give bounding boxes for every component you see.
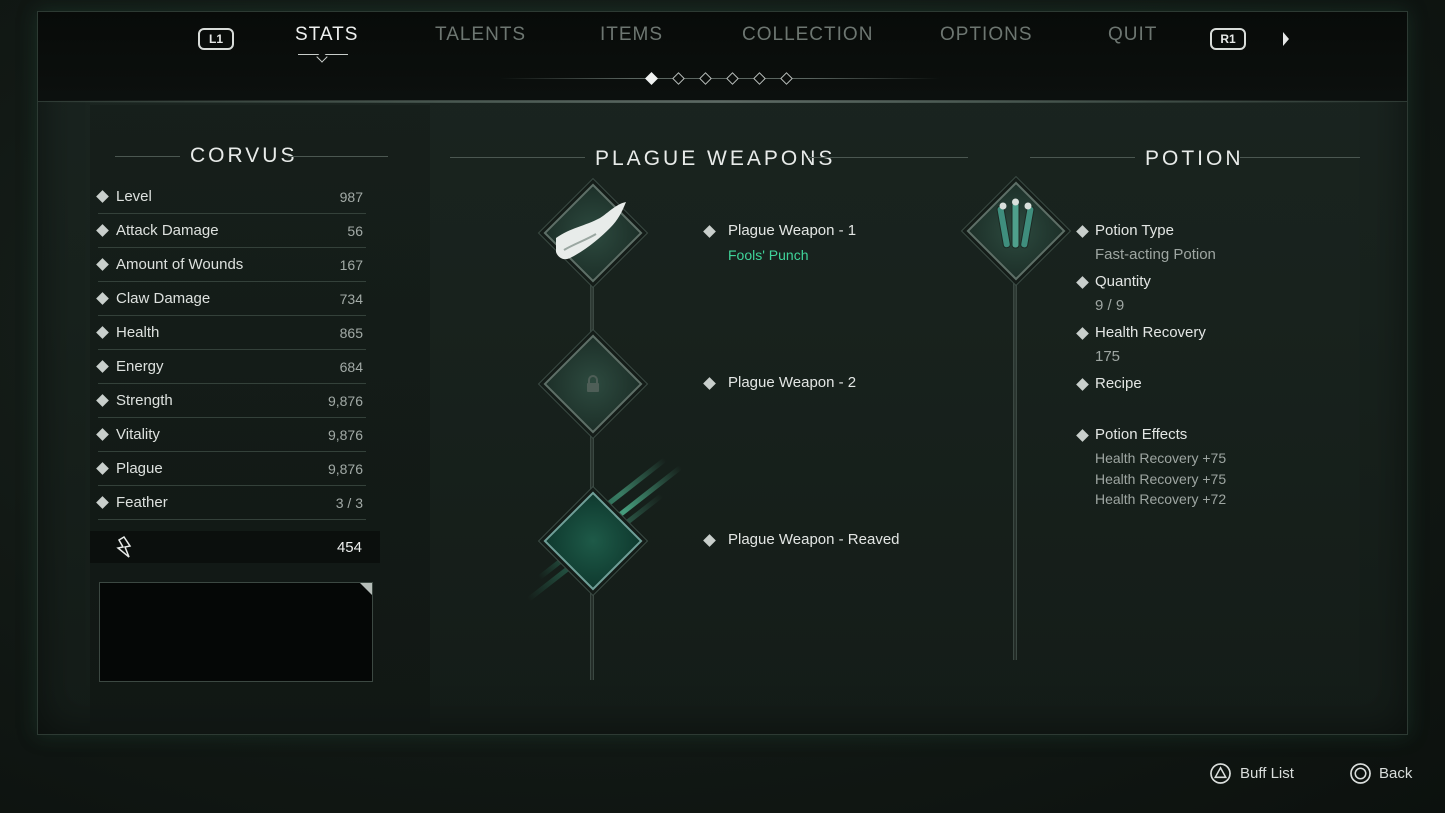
quantity-value: 9 / 9 (1095, 297, 1125, 314)
remnant-icon (116, 536, 132, 558)
top-nav-bar (38, 12, 1407, 102)
stat-row[interactable]: Amount of Wounds 167 (96, 248, 366, 282)
potion-effect-2: Health Recovery +75 (1095, 471, 1227, 487)
stat-value: 9,876 (327, 393, 363, 409)
currency-value: 454 (336, 539, 362, 556)
stat-label: Health (116, 324, 160, 341)
corner-marker (360, 583, 372, 595)
stat-row[interactable]: Attack Damage 56 (96, 214, 366, 248)
circle-button-icon[interactable] (1350, 763, 1371, 784)
title-rule-left (115, 156, 180, 157)
stat-row[interactable]: Energy 684 (96, 350, 366, 384)
quantity-label: Quantity (1095, 273, 1151, 290)
stat-label: Attack Damage (116, 222, 219, 239)
bullet-icon (96, 292, 109, 305)
character-name: CORVUS (190, 144, 298, 167)
r1-button[interactable]: R1 (1210, 28, 1246, 50)
plague-weapons-title: PLAGUE WEAPONS (595, 147, 836, 170)
stat-value: 987 (339, 189, 363, 205)
description-box (99, 582, 373, 682)
potion-type-value: Fast-acting Potion (1095, 246, 1216, 263)
bullet-icon (96, 394, 109, 407)
stat-label: Plague (116, 460, 163, 477)
stat-value: 9,876 (327, 427, 363, 443)
stat-label: Amount of Wounds (116, 256, 244, 273)
bullet-icon (96, 496, 109, 509)
potion-rule-left (1030, 157, 1135, 158)
stat-label: Energy (116, 358, 164, 375)
tab-collection[interactable]: COLLECTION (742, 24, 873, 46)
potion-type-label: Potion Type (1095, 222, 1174, 239)
fools-punch-icon (556, 202, 626, 260)
health-recovery-label: Health Recovery (1095, 324, 1206, 341)
l1-button[interactable]: L1 (198, 28, 234, 50)
currency-row: 454 (90, 531, 380, 563)
stat-value: 167 (339, 257, 363, 273)
bullet-icon (96, 360, 109, 373)
stat-value: 734 (339, 291, 363, 307)
lock-icon (587, 375, 599, 392)
stat-label: Strength (116, 392, 173, 409)
bullet-icon (96, 462, 109, 475)
recipe-label[interactable]: Recipe (1095, 375, 1142, 392)
weapons-rule-left (450, 157, 585, 158)
triangle-button-icon[interactable] (1210, 763, 1231, 784)
weapon-1-label[interactable]: Plague Weapon - 1 (728, 222, 856, 239)
bullet-icon (96, 190, 109, 203)
health-recovery-value: 175 (1095, 348, 1121, 365)
tab-stats[interactable]: STATS (295, 24, 358, 46)
weapon-1-equipped: Fools' Punch (728, 247, 809, 263)
stat-value: 865 (339, 325, 363, 341)
stat-label: Vitality (116, 426, 160, 443)
stat-row[interactable]: Level 987 (96, 180, 366, 214)
stat-value: 56 (347, 223, 363, 239)
bullet-icon (96, 224, 109, 237)
weapons-rule-right (808, 157, 968, 158)
stat-row[interactable]: Claw Damage 734 (96, 282, 366, 316)
stat-row[interactable]: Plague 9,876 (96, 452, 366, 486)
tab-options[interactable]: OPTIONS (940, 24, 1033, 46)
bullet-icon (96, 428, 109, 441)
tab-quit[interactable]: QUIT (1108, 24, 1157, 46)
page-indicator-line (500, 78, 940, 79)
title-rule-right (288, 156, 388, 157)
tab-talents[interactable]: TALENTS (435, 24, 526, 46)
tab-items[interactable]: ITEMS (600, 24, 663, 46)
stat-value: 684 (339, 359, 363, 375)
nav-divider (38, 100, 1407, 103)
weapons-connector-line (590, 270, 594, 680)
stat-label: Feather (116, 494, 168, 511)
potion-effect-3: Health Recovery +72 (1095, 491, 1227, 507)
stat-row[interactable]: Vitality 9,876 (96, 418, 366, 452)
potion-vials-icon (996, 198, 1035, 249)
bullet-icon (96, 258, 109, 271)
potion-title: POTION (1145, 147, 1244, 170)
weapon-2-label[interactable]: Plague Weapon - 2 (728, 374, 856, 391)
bullet-icon (96, 326, 109, 339)
potion-effects-label: Potion Effects (1095, 426, 1188, 443)
stat-row[interactable]: Feather 3 / 3 (96, 486, 366, 520)
buff-list-button[interactable]: Buff List (1240, 765, 1294, 782)
stat-label: Claw Damage (116, 290, 211, 307)
potion-rule-right (1240, 157, 1360, 158)
stat-row[interactable]: Health 865 (96, 316, 366, 350)
stat-row[interactable]: Strength 9,876 (96, 384, 366, 418)
weapon-reaved-label[interactable]: Plague Weapon - Reaved (728, 531, 900, 548)
stat-value: 3 / 3 (335, 495, 363, 511)
back-button[interactable]: Back (1379, 765, 1412, 782)
stat-value: 9,876 (327, 461, 363, 477)
chevron-right-icon[interactable] (1283, 32, 1289, 46)
potion-effect-1: Health Recovery +75 (1095, 450, 1227, 466)
stat-label: Level (116, 188, 152, 205)
potion-connector-line (1013, 270, 1017, 660)
